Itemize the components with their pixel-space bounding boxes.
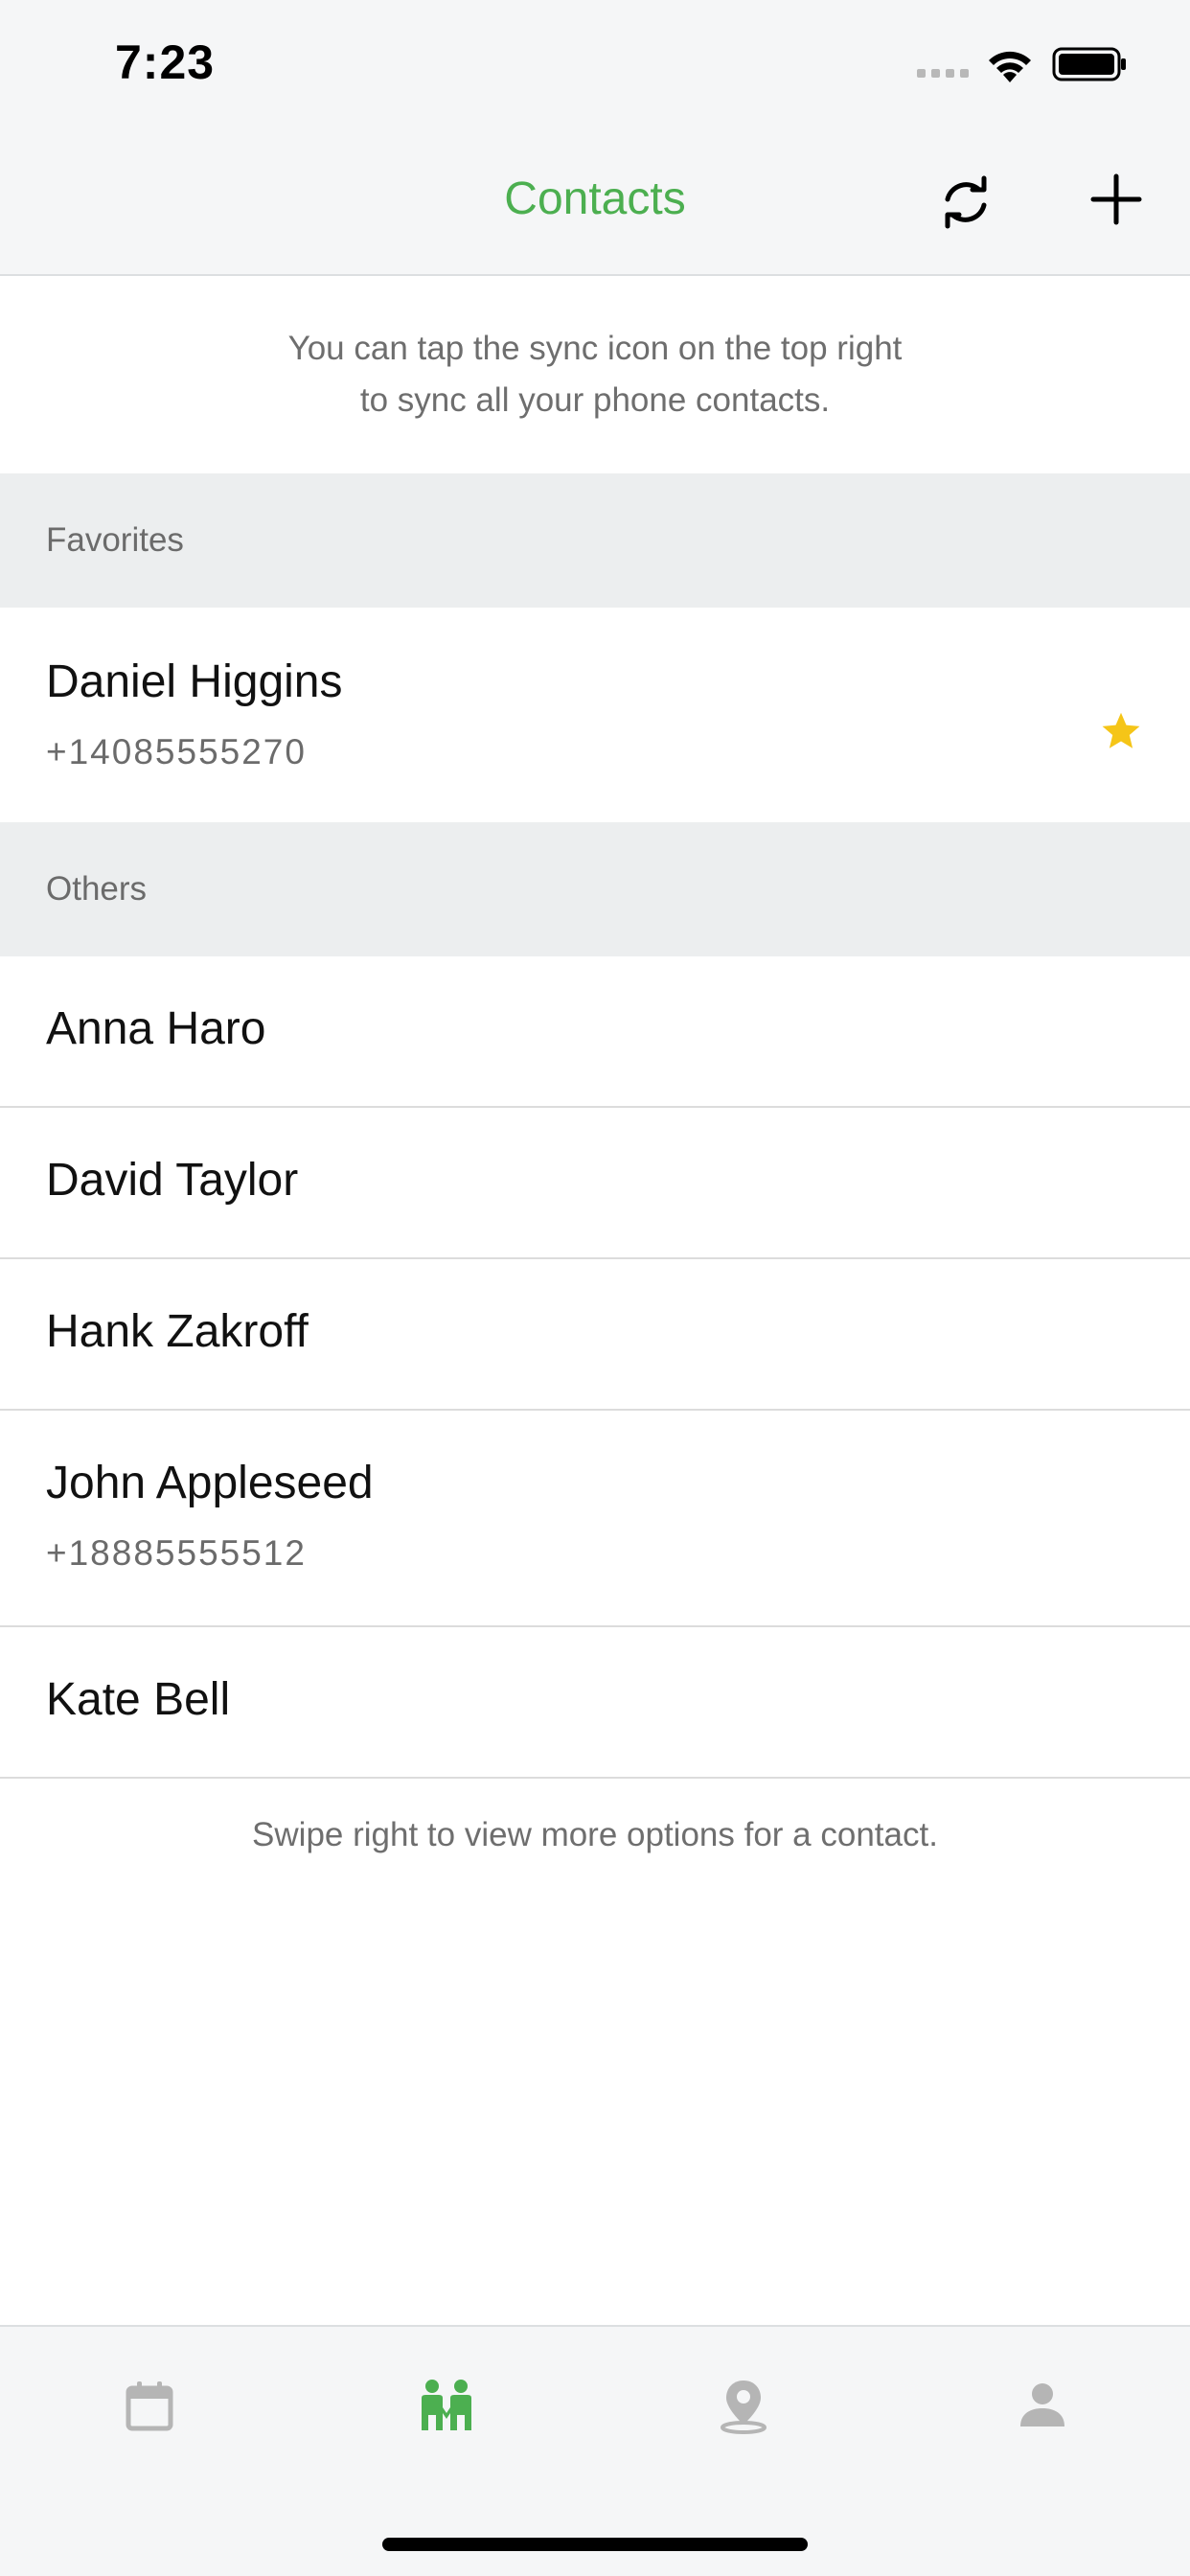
contact-phone: +14085555270 (46, 732, 307, 771)
contact-name: John Appleseed (46, 1458, 374, 1508)
home-indicator (382, 2538, 808, 2551)
profile-icon[interactable] (1014, 2377, 1071, 2434)
section-label-others: Others (46, 870, 148, 908)
wifi-icon (989, 51, 1031, 82)
contact-row-hank-zakroff[interactable]: Hank Zakroff (0, 1259, 1190, 1411)
swipe-hint: Swipe right to view more options for a c… (252, 1816, 938, 1853)
section-header-favorites: Favorites (0, 473, 1190, 608)
page-title: Contacts (504, 173, 686, 224)
contact-name: Hank Zakroff (46, 1306, 309, 1357)
cellular-signal-icon (917, 69, 969, 78)
status-time: 7:23 (115, 35, 216, 89)
location-pin-icon[interactable] (715, 2377, 772, 2434)
contact-name: David Taylor (46, 1155, 299, 1206)
sync-icon[interactable] (934, 171, 997, 234)
contact-row-kate-bell[interactable]: Kate Bell (0, 1627, 1190, 1779)
add-icon[interactable] (1087, 171, 1145, 228)
favorite-star-icon[interactable] (1100, 710, 1142, 752)
sync-hint-line-1: You can tap the sync icon on the top rig… (287, 330, 903, 367)
section-header-others: Others (0, 822, 1190, 956)
calendar-icon[interactable] (121, 2377, 178, 2434)
contact-name: Daniel Higgins (46, 656, 343, 707)
contact-phone: +18885555512 (46, 1533, 307, 1573)
contact-row-john-appleseed[interactable]: John Appleseed +18885555512 (0, 1411, 1190, 1627)
contact-name: Anna Haro (46, 1003, 266, 1054)
battery-icon (1052, 47, 1126, 81)
contact-row-anna-haro[interactable]: Anna Haro (0, 956, 1190, 1108)
sync-hint-line-2: to sync all your phone contacts. (359, 381, 831, 419)
contacts-icon[interactable] (418, 2377, 475, 2434)
contact-name: Kate Bell (46, 1674, 231, 1725)
navigation-bar: Contacts (0, 134, 1190, 276)
status-bar: 7:23 (0, 0, 1190, 134)
sync-hint: You can tap the sync icon on the top rig… (0, 276, 1190, 473)
contact-row-daniel-higgins[interactable]: Daniel Higgins +14085555270 (0, 608, 1190, 822)
contact-row-david-taylor[interactable]: David Taylor (0, 1108, 1190, 1259)
section-label-favorites: Favorites (46, 521, 184, 559)
